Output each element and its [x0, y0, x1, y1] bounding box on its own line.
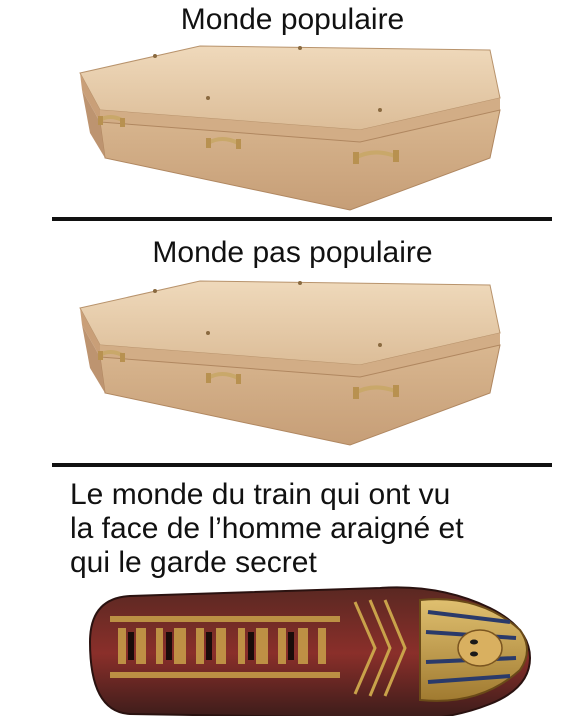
panel-divider — [52, 463, 552, 467]
caption-line: la face de l’homme araigné et — [70, 512, 464, 545]
caption-line: qui le garde secret — [70, 546, 317, 579]
wooden-coffin-image — [79, 280, 501, 446]
egyptian-sarcophagus-image — [88, 586, 532, 716]
caption-line: Le monde du train qui ont vu — [70, 478, 451, 511]
caption-popular: Monde populaire — [180, 3, 405, 36]
wooden-coffin-image — [79, 45, 501, 211]
caption-spiderman-secret: Le monde du train qui ont vu la face de … — [70, 478, 570, 580]
caption-not-popular: Monde pas populaire — [152, 236, 433, 269]
panel-divider — [52, 217, 552, 221]
